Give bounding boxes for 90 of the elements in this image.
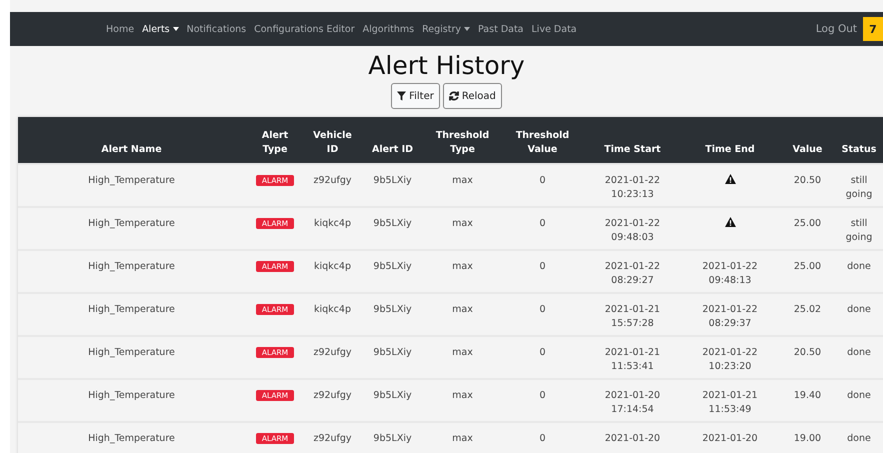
status: done [847,347,871,358]
count-badge: 7 [863,17,883,41]
alert-id: 9b5LXiy [373,175,412,186]
status: done [847,433,871,444]
alert-id: 9b5LXiy [373,390,412,401]
threshold-type: max [452,390,473,401]
time-end: 2021-01-21 11:53:49 [702,390,758,415]
vehicle-id: kiqkc4p [314,261,351,272]
alert-id: 9b5LXiy [373,347,412,358]
threshold-type: max [452,218,473,229]
threshold-value: 0 [539,218,546,229]
alert-name: High_Temperature [88,304,175,315]
time-start: 2021-01-21 11:53:41 [604,347,660,372]
warning-icon [724,217,736,227]
threshold-value: 0 [539,261,546,272]
time-start: 2021-01-22 08:29:27 [604,261,660,286]
nav-link[interactable]: Registry [418,24,474,34]
time-end: 2021-01-22 08:29:37 [702,304,758,329]
nav-link[interactable]: Live Data [528,24,581,34]
alert-id: 9b5LXiy [373,433,412,444]
warning-icon [724,174,736,184]
status: still going [846,175,872,200]
value: 19.00 [794,433,822,444]
time-start: 2021-01-20 [604,433,660,444]
value: 19.40 [794,390,822,401]
reload-button[interactable]: Reload [442,83,502,109]
caret-icon [464,27,470,31]
vehicle-id: z92ufgy [313,175,352,186]
nav-link[interactable]: Home [102,24,138,34]
threshold-type: max [452,175,473,186]
threshold-type: max [452,261,473,272]
value: 25.00 [794,218,822,229]
time-start: 2021-01-22 09:48:03 [604,218,660,243]
column-header: Time Start [604,144,661,155]
alert-name: High_Temperature [88,433,175,444]
vehicle-id: kiqkc4p [314,304,351,315]
page-title: Alert History [367,51,526,80]
column-header: Alert ID [372,144,413,155]
alert-name: High_Temperature [88,175,175,186]
value: 25.00 [794,261,822,272]
column-header: Value [792,144,822,155]
status: done [847,261,871,272]
column-header: Threshold Type [436,130,490,155]
column-header: Status [842,144,876,155]
nav-link[interactable]: Alerts [138,24,183,34]
threshold-type: max [452,433,473,444]
threshold-value: 0 [539,347,546,358]
caret-icon [172,27,179,31]
time-start: 2021-01-20 17:14:54 [604,390,660,415]
status: still going [846,218,872,243]
nav-link[interactable]: Notifications [182,24,250,34]
column-header: Vehicle ID [313,130,352,155]
logout-link[interactable]: Log Out [816,23,857,35]
status: done [847,390,871,401]
reload-icon [448,91,459,101]
alert-name: High_Temperature [88,390,175,401]
time-end: 2021-01-22 10:23:20 [702,347,758,372]
vehicle-id: kiqkc4p [314,218,351,229]
threshold-value: 0 [539,304,546,315]
vehicle-id: z92ufgy [313,433,352,444]
threshold-type: max [452,304,473,315]
nav-link[interactable]: Past Data [474,24,528,34]
filter-icon [397,91,406,101]
column-header: Threshold Value [516,130,570,155]
threshold-value: 0 [539,390,546,401]
filter-button[interactable]: Filter [391,83,440,109]
alert-id: 9b5LXiy [373,261,412,272]
alert-name: High_Temperature [88,261,175,272]
column-header: Alert Type [262,130,288,155]
threshold-type: max [452,347,473,358]
vehicle-id: z92ufgy [313,390,352,401]
value: 20.50 [794,175,822,186]
status: done [847,304,871,315]
time-start: 2021-01-21 15:57:28 [604,304,660,329]
vehicle-id: z92ufgy [313,347,352,358]
column-header: Time End [705,144,755,155]
value: 20.50 [794,347,822,358]
time-end: 2021-01-22 09:48:13 [702,261,758,286]
nav-link[interactable]: Configurations Editor [250,24,359,34]
column-header: Alert Name [101,144,162,155]
time-start: 2021-01-22 10:23:13 [604,175,660,200]
alert-name: High_Temperature [88,218,175,229]
alert-id: 9b5LXiy [373,218,412,229]
alert-name: High_Temperature [88,347,175,358]
nav-link[interactable]: Algorithms [358,24,418,34]
value: 25.02 [794,304,822,315]
threshold-value: 0 [539,175,546,186]
alert-id: 9b5LXiy [373,304,412,315]
threshold-value: 0 [539,433,546,444]
time-end: 2021-01-20 [702,433,758,444]
